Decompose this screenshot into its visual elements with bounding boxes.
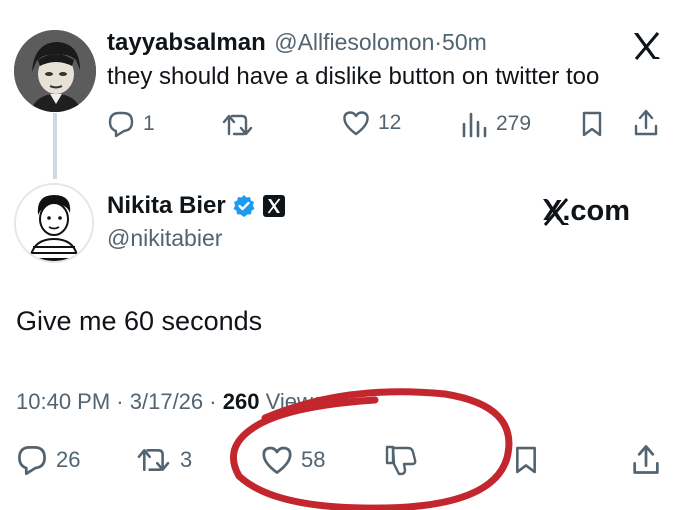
main-repost-action[interactable]: 3 — [136, 446, 192, 474]
repost-icon — [137, 449, 170, 471]
x-affiliate-badge-icon — [262, 195, 285, 217]
reply-tweet-header: tayyabsalman @Allfiesolomon·50m — [107, 29, 487, 57]
main-author-name[interactable]: Nikita Bier — [107, 192, 226, 220]
avatar-image — [14, 30, 96, 112]
repost-action[interactable] — [222, 112, 254, 138]
reply-count: 1 — [143, 112, 155, 135]
views-count: 279 — [496, 112, 532, 135]
repost-icon — [222, 114, 253, 136]
main-tweet-text: Give me 60 seconds — [16, 306, 263, 336]
reply-icon — [18, 446, 46, 476]
reply-icon — [108, 111, 134, 138]
reply-author-handle[interactable]: @Allfiesolomon — [274, 29, 434, 55]
avatar-image — [16, 185, 92, 261]
header-separator: · — [434, 29, 443, 55]
watermark-text: X.com — [543, 195, 631, 227]
tweet-time[interactable]: 10:40 PM — [16, 389, 110, 414]
reply-action[interactable]: 1 — [107, 110, 155, 138]
red-annotation-circle — [229, 388, 513, 510]
bookmark-icon[interactable] — [580, 110, 604, 138]
views-icon — [462, 112, 487, 138]
reply-author-name[interactable]: tayyabsalman — [107, 29, 266, 56]
xcom-watermark: X.com — [541, 195, 630, 228]
reply-time-ago[interactable]: 50m — [442, 29, 487, 55]
main-author-handle[interactable]: @nikitabier — [107, 225, 222, 252]
main-repost-count: 3 — [180, 447, 193, 472]
reply-tweet-text: they should have a dislike button on twi… — [107, 63, 600, 90]
main-reply-action[interactable]: 26 — [16, 444, 80, 476]
share-icon[interactable] — [632, 108, 660, 138]
verified-badge-icon — [233, 195, 255, 217]
like-icon — [343, 111, 369, 136]
main-share-icon[interactable] — [630, 443, 662, 477]
thread-connector-line — [53, 113, 57, 179]
like-count: 12 — [378, 111, 402, 134]
avatar-nikitabier[interactable] — [14, 183, 94, 263]
meta-separator: · — [116, 389, 124, 414]
tweet-date[interactable]: 3/17/26 — [130, 389, 203, 414]
like-action[interactable]: 12 — [342, 110, 401, 136]
views-action[interactable]: 279 — [460, 110, 531, 138]
main-reply-count: 26 — [56, 447, 81, 472]
meta-separator: · — [209, 389, 217, 414]
avatar-tayyabsalman[interactable] — [14, 30, 96, 112]
main-tweet-author: Nikita Bier — [107, 192, 286, 220]
x-logo-icon[interactable] — [632, 32, 662, 60]
